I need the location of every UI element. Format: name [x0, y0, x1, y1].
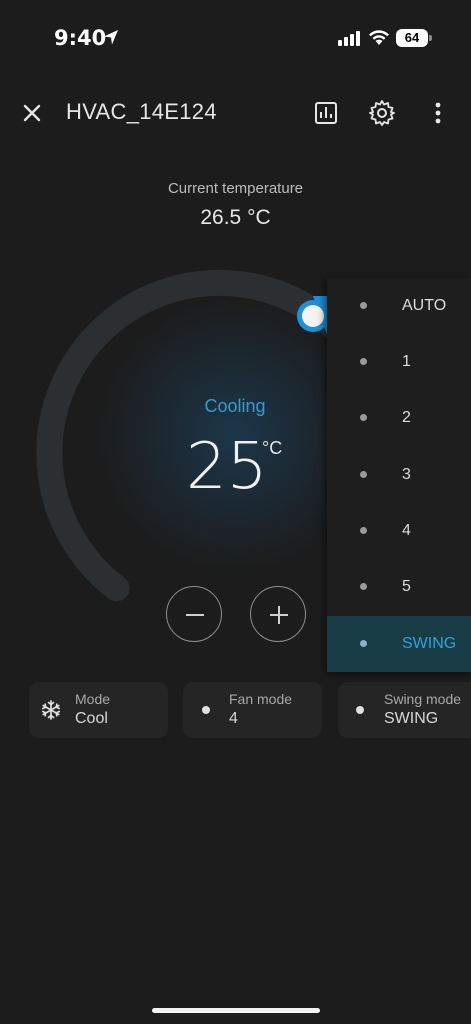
dropdown-item-label: AUTO [402, 297, 447, 314]
wifi-icon [369, 30, 389, 45]
fan-mode-dot-icon [202, 706, 210, 714]
dropdown-item-4[interactable]: 4 [327, 503, 471, 559]
battery-tip [429, 35, 432, 41]
fan-mode-chip-value: 4 [229, 710, 238, 727]
dropdown-item-2[interactable]: 2 [327, 390, 471, 446]
fan-mode-chip[interactable]: Fan mode 4 [183, 682, 322, 738]
dot-icon [360, 583, 367, 590]
swing-mode-dropdown: AUTO 1 2 3 4 5 SWING [327, 278, 471, 672]
app-header: HVAC_14E124 [0, 86, 471, 140]
status-bar: 9:40 64 [0, 0, 471, 70]
dot-icon [360, 302, 367, 309]
dot-icon [360, 358, 367, 365]
dot-icon [360, 471, 367, 478]
dropdown-item-3[interactable]: 3 [327, 447, 471, 503]
target-temperature: 25 [186, 430, 268, 504]
dropdown-item-swing[interactable]: SWING [327, 616, 471, 672]
dot-icon [360, 640, 367, 647]
swing-mode-chip[interactable]: Swing mode SWING [338, 682, 471, 738]
mode-chip-label: Mode [75, 691, 111, 707]
dropdown-item-auto[interactable]: AUTO [327, 278, 471, 334]
dropdown-item-label: 4 [402, 522, 411, 539]
hvac-action-label: Cooling [204, 396, 266, 416]
dropdown-item-1[interactable]: 1 [327, 334, 471, 390]
location-arrow-icon [104, 30, 118, 45]
page-title: HVAC_14E124 [66, 99, 217, 124]
snowflake-icon [41, 700, 61, 720]
home-indicator[interactable] [152, 1008, 320, 1013]
plus-icon-vertical [278, 606, 280, 624]
battery-indicator: 64 [396, 29, 428, 47]
decrease-temperature-button[interactable] [166, 586, 222, 642]
close-icon[interactable] [18, 99, 46, 127]
dropdown-item-label: 1 [402, 353, 411, 370]
dropdown-item-label: 2 [402, 409, 411, 426]
mode-chip-value: Cool [75, 710, 108, 727]
swing-mode-chip-label: Swing mode [384, 691, 462, 707]
fan-mode-chip-label: Fan mode [229, 691, 293, 707]
status-time: 9:40 [54, 26, 107, 50]
more-vertical-icon[interactable] [423, 98, 453, 128]
gear-icon[interactable] [367, 98, 397, 128]
target-temperature-unit: °C [262, 438, 283, 458]
swing-mode-chip-value: SWING [384, 710, 439, 727]
dropdown-item-5[interactable]: 5 [327, 559, 471, 615]
dropdown-item-label: 3 [402, 466, 411, 483]
history-chart-icon[interactable] [311, 98, 341, 128]
minus-icon [186, 614, 204, 616]
dropdown-item-label: SWING [402, 635, 457, 652]
dot-icon [360, 414, 367, 421]
dot-icon [360, 527, 367, 534]
swing-mode-dot-icon [356, 706, 364, 714]
dropdown-item-label: 5 [402, 578, 411, 595]
cellular-signal-icon [338, 31, 360, 46]
current-temperature-label: Current temperature [167, 180, 304, 197]
current-temperature-value: 26.5 °C [200, 206, 271, 229]
mode-chip[interactable]: Mode Cool [29, 682, 168, 738]
increase-temperature-button[interactable] [250, 586, 306, 642]
